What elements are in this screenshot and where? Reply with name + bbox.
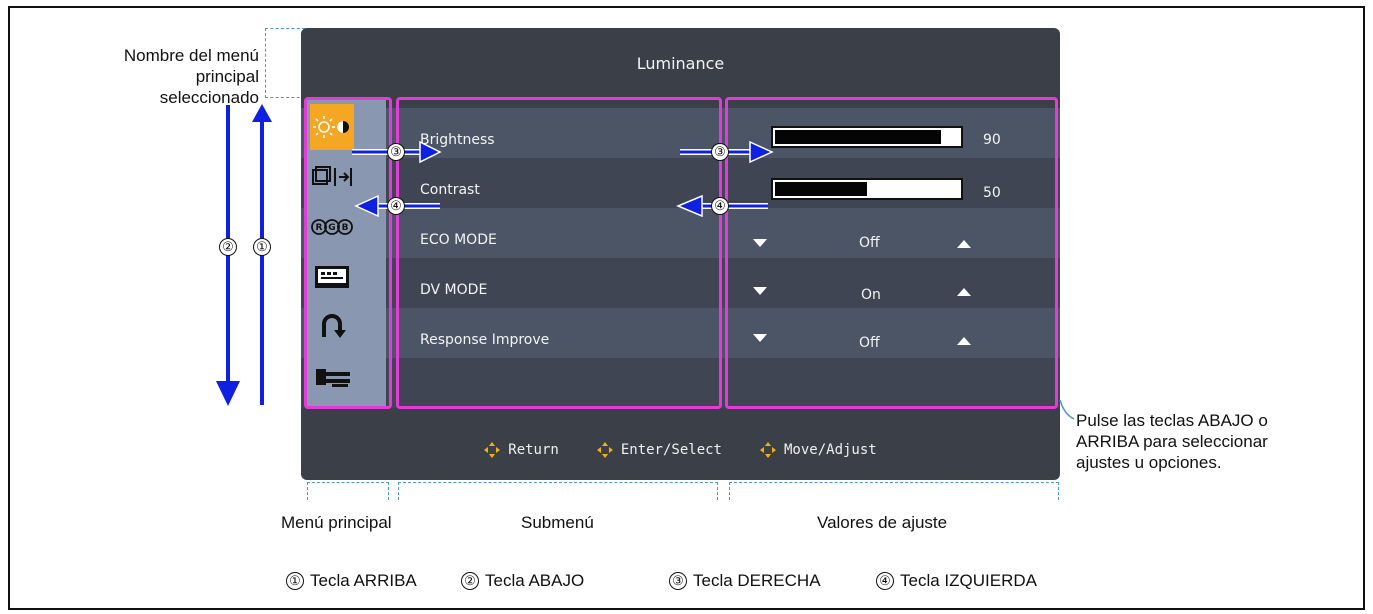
legend-left: ④ Tecla IZQUIERDA [876,571,1037,591]
values-bracket [729,482,1059,500]
legend-right-label: Tecla DERECHA [693,571,821,590]
down-key-marker: ② [219,238,237,256]
submenu-bracket [398,482,718,500]
right-key-marker: ③ [711,143,729,161]
main-menu-label: Menú principal [281,513,392,532]
press-keys-note: Pulse las teclas ABAJO o ARRIBA para sel… [1076,411,1268,472]
left-key-marker: ④ [711,197,729,215]
right-key-marker: ③ [669,572,687,590]
legend-left-label: Tecla IZQUIERDA [900,571,1037,590]
up-key-marker: ① [253,238,271,256]
key-arrows [216,104,774,406]
up-key-arrowhead [252,104,272,122]
legend-down-label: Tecla ABAJO [485,571,585,590]
left-key-marker: ④ [387,197,405,215]
legend-right: ③ Tecla DERECHA [669,571,821,591]
right-key-marker: ③ [387,143,405,161]
legend-up-label: Tecla ARRIBA [310,571,417,590]
down-key-marker: ② [461,572,479,590]
submenu-label: Submenú [521,513,594,532]
callout-line [1059,399,1075,420]
up-key-marker: ① [286,572,304,590]
legend-up: ① Tecla ARRIBA [286,571,417,591]
left-key-marker: ④ [876,572,894,590]
main-menu-bracket [307,482,389,500]
values-label: Valores de ajuste [817,513,948,532]
legend-down: ② Tecla ABAJO [461,571,584,591]
down-key-arrowhead [216,381,240,406]
